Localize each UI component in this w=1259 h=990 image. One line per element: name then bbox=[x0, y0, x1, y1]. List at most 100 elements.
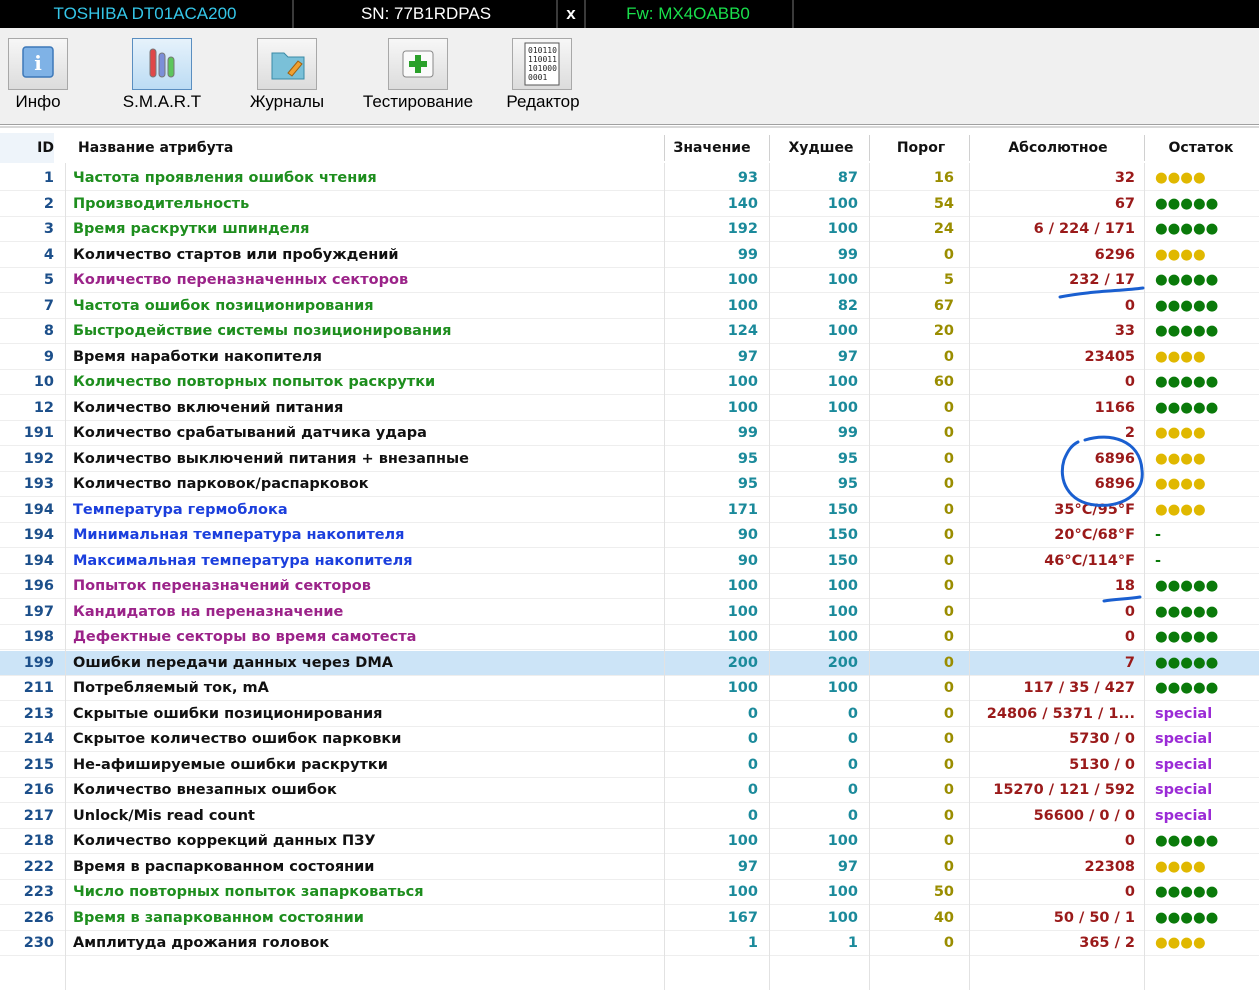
cell-absolute: 22308 bbox=[1084, 858, 1135, 875]
cell-threshold: 5 bbox=[943, 272, 954, 288]
cell-remaining: ●●●● bbox=[1155, 476, 1206, 492]
table-row[interactable]: 193 Количество парковок/распарковок 95 95 0 6… bbox=[0, 472, 1259, 497]
header-value[interactable]: Значение bbox=[662, 133, 762, 163]
table-header: ID Название атрибута Значение Худшее Пор… bbox=[0, 133, 1259, 163]
table-row[interactable]: 214 Скрытое количество ошибок парковки 0 0 0… bbox=[0, 727, 1259, 752]
header-name[interactable]: Название атрибута bbox=[78, 133, 233, 163]
cell-worst: 99 bbox=[837, 246, 858, 263]
cell-name: Количество стартов или пробуждений bbox=[73, 246, 399, 263]
table-row[interactable]: 199 Ошибки передачи данных через DMA 200 20… bbox=[0, 650, 1259, 676]
cell-worst: 100 bbox=[827, 399, 858, 416]
cell-worst: 0 bbox=[847, 807, 858, 824]
cell-worst: 82 bbox=[837, 297, 858, 314]
cell-absolute: 2 bbox=[1124, 425, 1135, 441]
cell-name: Время раскрутки шпинделя bbox=[73, 221, 310, 237]
table-row[interactable]: 3 Время раскрутки шпинделя 192 100 24 6 / 224… bbox=[0, 217, 1259, 242]
table-row[interactable]: 216 Количество внезапных ошибок 0 0 0 15270 /… bbox=[0, 778, 1259, 803]
cell-name: Количество внезапных ошибок bbox=[73, 782, 337, 798]
cell-threshold: 0 bbox=[943, 731, 954, 747]
cell-worst: 0 bbox=[847, 756, 858, 773]
table-row[interactable]: 4 Количество стартов или пробуждений 99 99 0… bbox=[0, 243, 1259, 268]
cell-worst: 150 bbox=[827, 552, 858, 569]
table-row[interactable]: 7 Частота ошибок позиционирования 100 82 67 0… bbox=[0, 294, 1259, 319]
table-row[interactable]: 10 Количество повторных попыток раскрутки… bbox=[0, 370, 1259, 395]
header-divider bbox=[869, 135, 870, 161]
cell-threshold: 60 bbox=[933, 374, 954, 390]
cell-value: 99 bbox=[737, 425, 758, 441]
table-row[interactable]: 5 Количество переназначенных секторов 100 1… bbox=[0, 268, 1259, 293]
table-row[interactable]: 1 Частота проявления ошибок чтения 93 87 16 3… bbox=[0, 166, 1259, 191]
table-row[interactable]: 196 Попыток переназначений секторов 100 100… bbox=[0, 574, 1259, 599]
table-row[interactable]: 222 Время в распаркованном состоянии 97 97 0… bbox=[0, 855, 1259, 880]
cell-value: 100 bbox=[727, 399, 758, 416]
table-row[interactable]: 194 Максимальная температура накопителя 90… bbox=[0, 549, 1259, 574]
table-row[interactable]: 226 Время в запаркованном состоянии 167 100… bbox=[0, 906, 1259, 931]
cell-value: 192 bbox=[727, 221, 758, 237]
table-row[interactable]: 217 Unlock/Mis read count 0 0 0 56600 / 0 / 0… bbox=[0, 804, 1259, 829]
cell-worst: 100 bbox=[827, 195, 858, 212]
cell-remaining: ●●●● bbox=[1155, 246, 1206, 263]
cell-remaining: ●●●●● bbox=[1155, 909, 1219, 926]
cell-remaining: special bbox=[1155, 807, 1213, 824]
cell-value: 97 bbox=[737, 858, 758, 875]
tool-testing-button[interactable]: Тестирование bbox=[352, 32, 484, 120]
cell-absolute: 1166 bbox=[1094, 399, 1135, 416]
cell-id: 10 bbox=[33, 374, 54, 390]
cell-worst: 100 bbox=[827, 221, 858, 237]
serial-number: SN: 77B1RDPAS bbox=[360, 4, 492, 23]
cell-threshold: 24 bbox=[933, 221, 954, 237]
cell-threshold: 0 bbox=[943, 807, 954, 824]
cell-id: 7 bbox=[43, 297, 54, 314]
cell-remaining: special bbox=[1155, 705, 1213, 722]
table-row[interactable]: 211 Потребляемый ток, mA 100 100 0 117 / 35 /… bbox=[0, 676, 1259, 701]
table-row[interactable]: 9 Время наработки накопителя 97 97 0 23405 ●●●… bbox=[0, 345, 1259, 370]
table-row[interactable]: 194 Минимальная температура накопителя 90 1… bbox=[0, 523, 1259, 548]
cell-id: 191 bbox=[23, 425, 54, 441]
cell-absolute: 67 bbox=[1114, 195, 1135, 212]
table-row[interactable]: 218 Количество коррекций данных ПЗУ 100 100… bbox=[0, 829, 1259, 854]
cell-name: Минимальная температура накопителя bbox=[73, 527, 405, 543]
header-remaining[interactable]: Остаток bbox=[1146, 133, 1256, 163]
cell-name: Скрытое количество ошибок парковки bbox=[73, 731, 402, 747]
cell-name: Количество коррекций данных ПЗУ bbox=[73, 833, 376, 849]
cell-remaining: special bbox=[1155, 731, 1213, 747]
table-row[interactable]: 198 Дефектные секторы во время самотеста 1… bbox=[0, 625, 1259, 650]
cell-absolute: 0 bbox=[1124, 297, 1135, 314]
tool-smart-label: S.M.A.R.T bbox=[122, 92, 202, 111]
header-threshold[interactable]: Порог bbox=[872, 133, 970, 163]
table-row[interactable]: 8 Быстродействие системы позиционирования… bbox=[0, 319, 1259, 344]
cell-remaining: ●●●●● bbox=[1155, 323, 1219, 339]
header-absolute[interactable]: Абсолютное bbox=[972, 133, 1144, 163]
cell-id: 2 bbox=[43, 195, 54, 212]
table-row[interactable]: 191 Количество срабатываний датчика удара… bbox=[0, 421, 1259, 446]
table-row[interactable]: 215 Не-афишируемые ошибки раскрутки 0 0 0 513… bbox=[0, 753, 1259, 778]
cell-value: 90 bbox=[737, 552, 758, 569]
cell-remaining: ●●●● bbox=[1155, 450, 1206, 467]
tool-journals-button[interactable]: Журналы bbox=[240, 32, 334, 120]
table-row[interactable]: 230 Амплитуда дрожания головок 1 1 0 365 / 2 ●… bbox=[0, 931, 1259, 956]
close-drive-button[interactable]: x bbox=[560, 0, 582, 28]
cell-threshold: 40 bbox=[933, 909, 954, 926]
table-row[interactable]: 192 Количество выключений питания + внеза… bbox=[0, 447, 1259, 472]
tool-info-button[interactable]: i Инфо bbox=[0, 32, 76, 120]
cell-worst: 100 bbox=[827, 323, 858, 339]
cell-id: 192 bbox=[23, 450, 54, 467]
tool-smart-button[interactable]: S.M.A.R.T bbox=[110, 32, 214, 120]
table-row[interactable]: 213 Скрытые ошибки позиционирования 0 0 0 248… bbox=[0, 702, 1259, 727]
tool-editor-button[interactable]: 010110 110011 101000 0001 Редактор bbox=[500, 32, 586, 120]
drive-model: TOSHIBA DT01ACA200 bbox=[53, 4, 237, 23]
table-row[interactable]: 223 Число повторных попыток запарковаться… bbox=[0, 880, 1259, 905]
cell-value: 95 bbox=[737, 476, 758, 492]
cell-id: 215 bbox=[23, 756, 54, 773]
header-worst[interactable]: Худшее bbox=[772, 133, 870, 163]
table-row[interactable]: 197 Кандидатов на переназначение 100 100 0 0 ●… bbox=[0, 600, 1259, 625]
cell-threshold: 0 bbox=[943, 705, 954, 722]
table-row[interactable]: 2 Производительность 140 100 54 67 ●●●●● bbox=[0, 192, 1259, 217]
cell-worst: 0 bbox=[847, 705, 858, 722]
cell-remaining: ●●●● bbox=[1155, 170, 1206, 186]
cell-value: 171 bbox=[727, 501, 758, 518]
cell-threshold: 0 bbox=[943, 527, 954, 543]
table-row[interactable]: 12 Количество включений питания 100 100 0 116… bbox=[0, 396, 1259, 421]
table-row[interactable]: 194 Температура гермоблока 171 150 0 35°C/95°… bbox=[0, 498, 1259, 523]
header-id[interactable]: ID bbox=[0, 133, 54, 163]
